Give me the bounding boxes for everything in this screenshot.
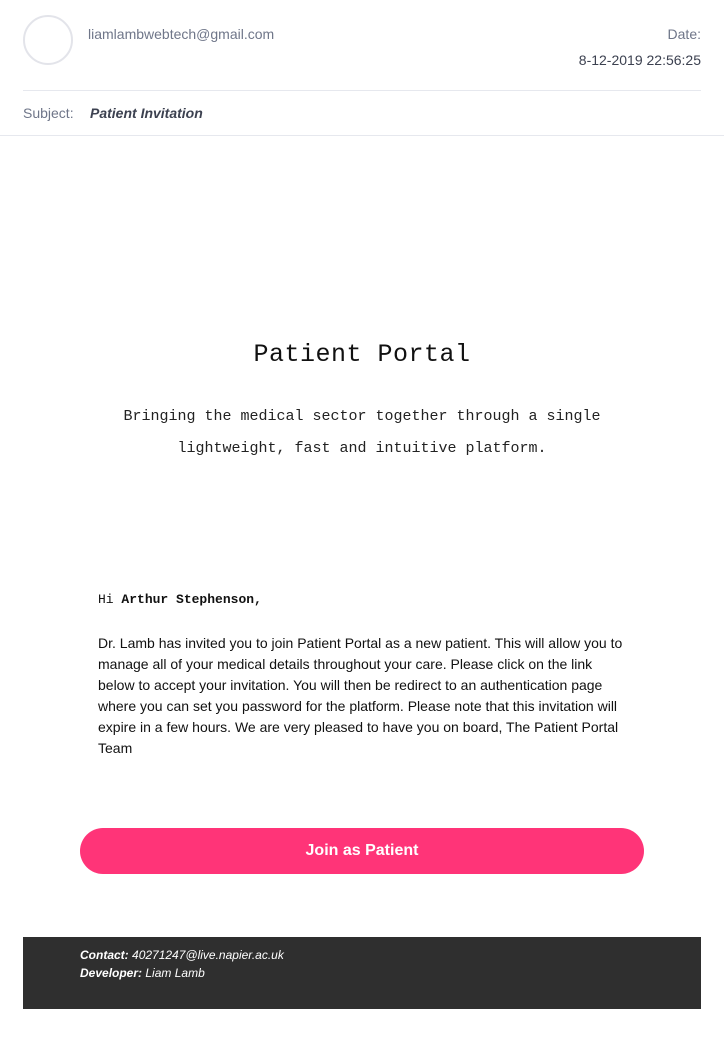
greeting-prefix: Hi: [98, 592, 114, 607]
developer-name: Liam Lamb: [145, 966, 205, 980]
contact-email[interactable]: 40271247@live.napier.ac.uk: [132, 948, 284, 962]
subject-label: Subject:: [23, 105, 74, 121]
join-as-patient-button[interactable]: Join as Patient: [80, 828, 644, 874]
contact-label: Contact:: [80, 948, 129, 962]
sender-address[interactable]: liamlambwebtech@gmail.com: [88, 26, 274, 42]
email-header: liamlambwebtech@gmail.com Date: 8-12-201…: [23, 0, 701, 91]
sender-avatar: [23, 15, 73, 65]
email-footer: Contact: 40271247@live.napier.ac.uk Deve…: [23, 937, 701, 1009]
portal-tagline: Bringing the medical sector together thr…: [123, 408, 601, 457]
greeting: Hi Arthur Stephenson,: [98, 592, 262, 607]
email-view: liamlambwebtech@gmail.com Date: 8-12-201…: [0, 0, 724, 1054]
invitation-body: Dr. Lamb has invited you to join Patient…: [98, 635, 623, 756]
subject-value: Patient Invitation: [90, 105, 203, 121]
developer-label: Developer:: [80, 966, 143, 980]
portal-title: Patient Portal: [253, 340, 471, 369]
date-label: Date:: [667, 26, 701, 42]
footer-contact: Contact: 40271247@live.napier.ac.uk: [80, 948, 284, 962]
date-value: 8-12-2019 22:56:25: [578, 52, 701, 68]
footer-developer: Developer: Liam Lamb: [80, 966, 205, 980]
subject-row: Subject: Patient Invitation: [0, 91, 724, 136]
patient-name: Arthur Stephenson,: [121, 592, 262, 607]
